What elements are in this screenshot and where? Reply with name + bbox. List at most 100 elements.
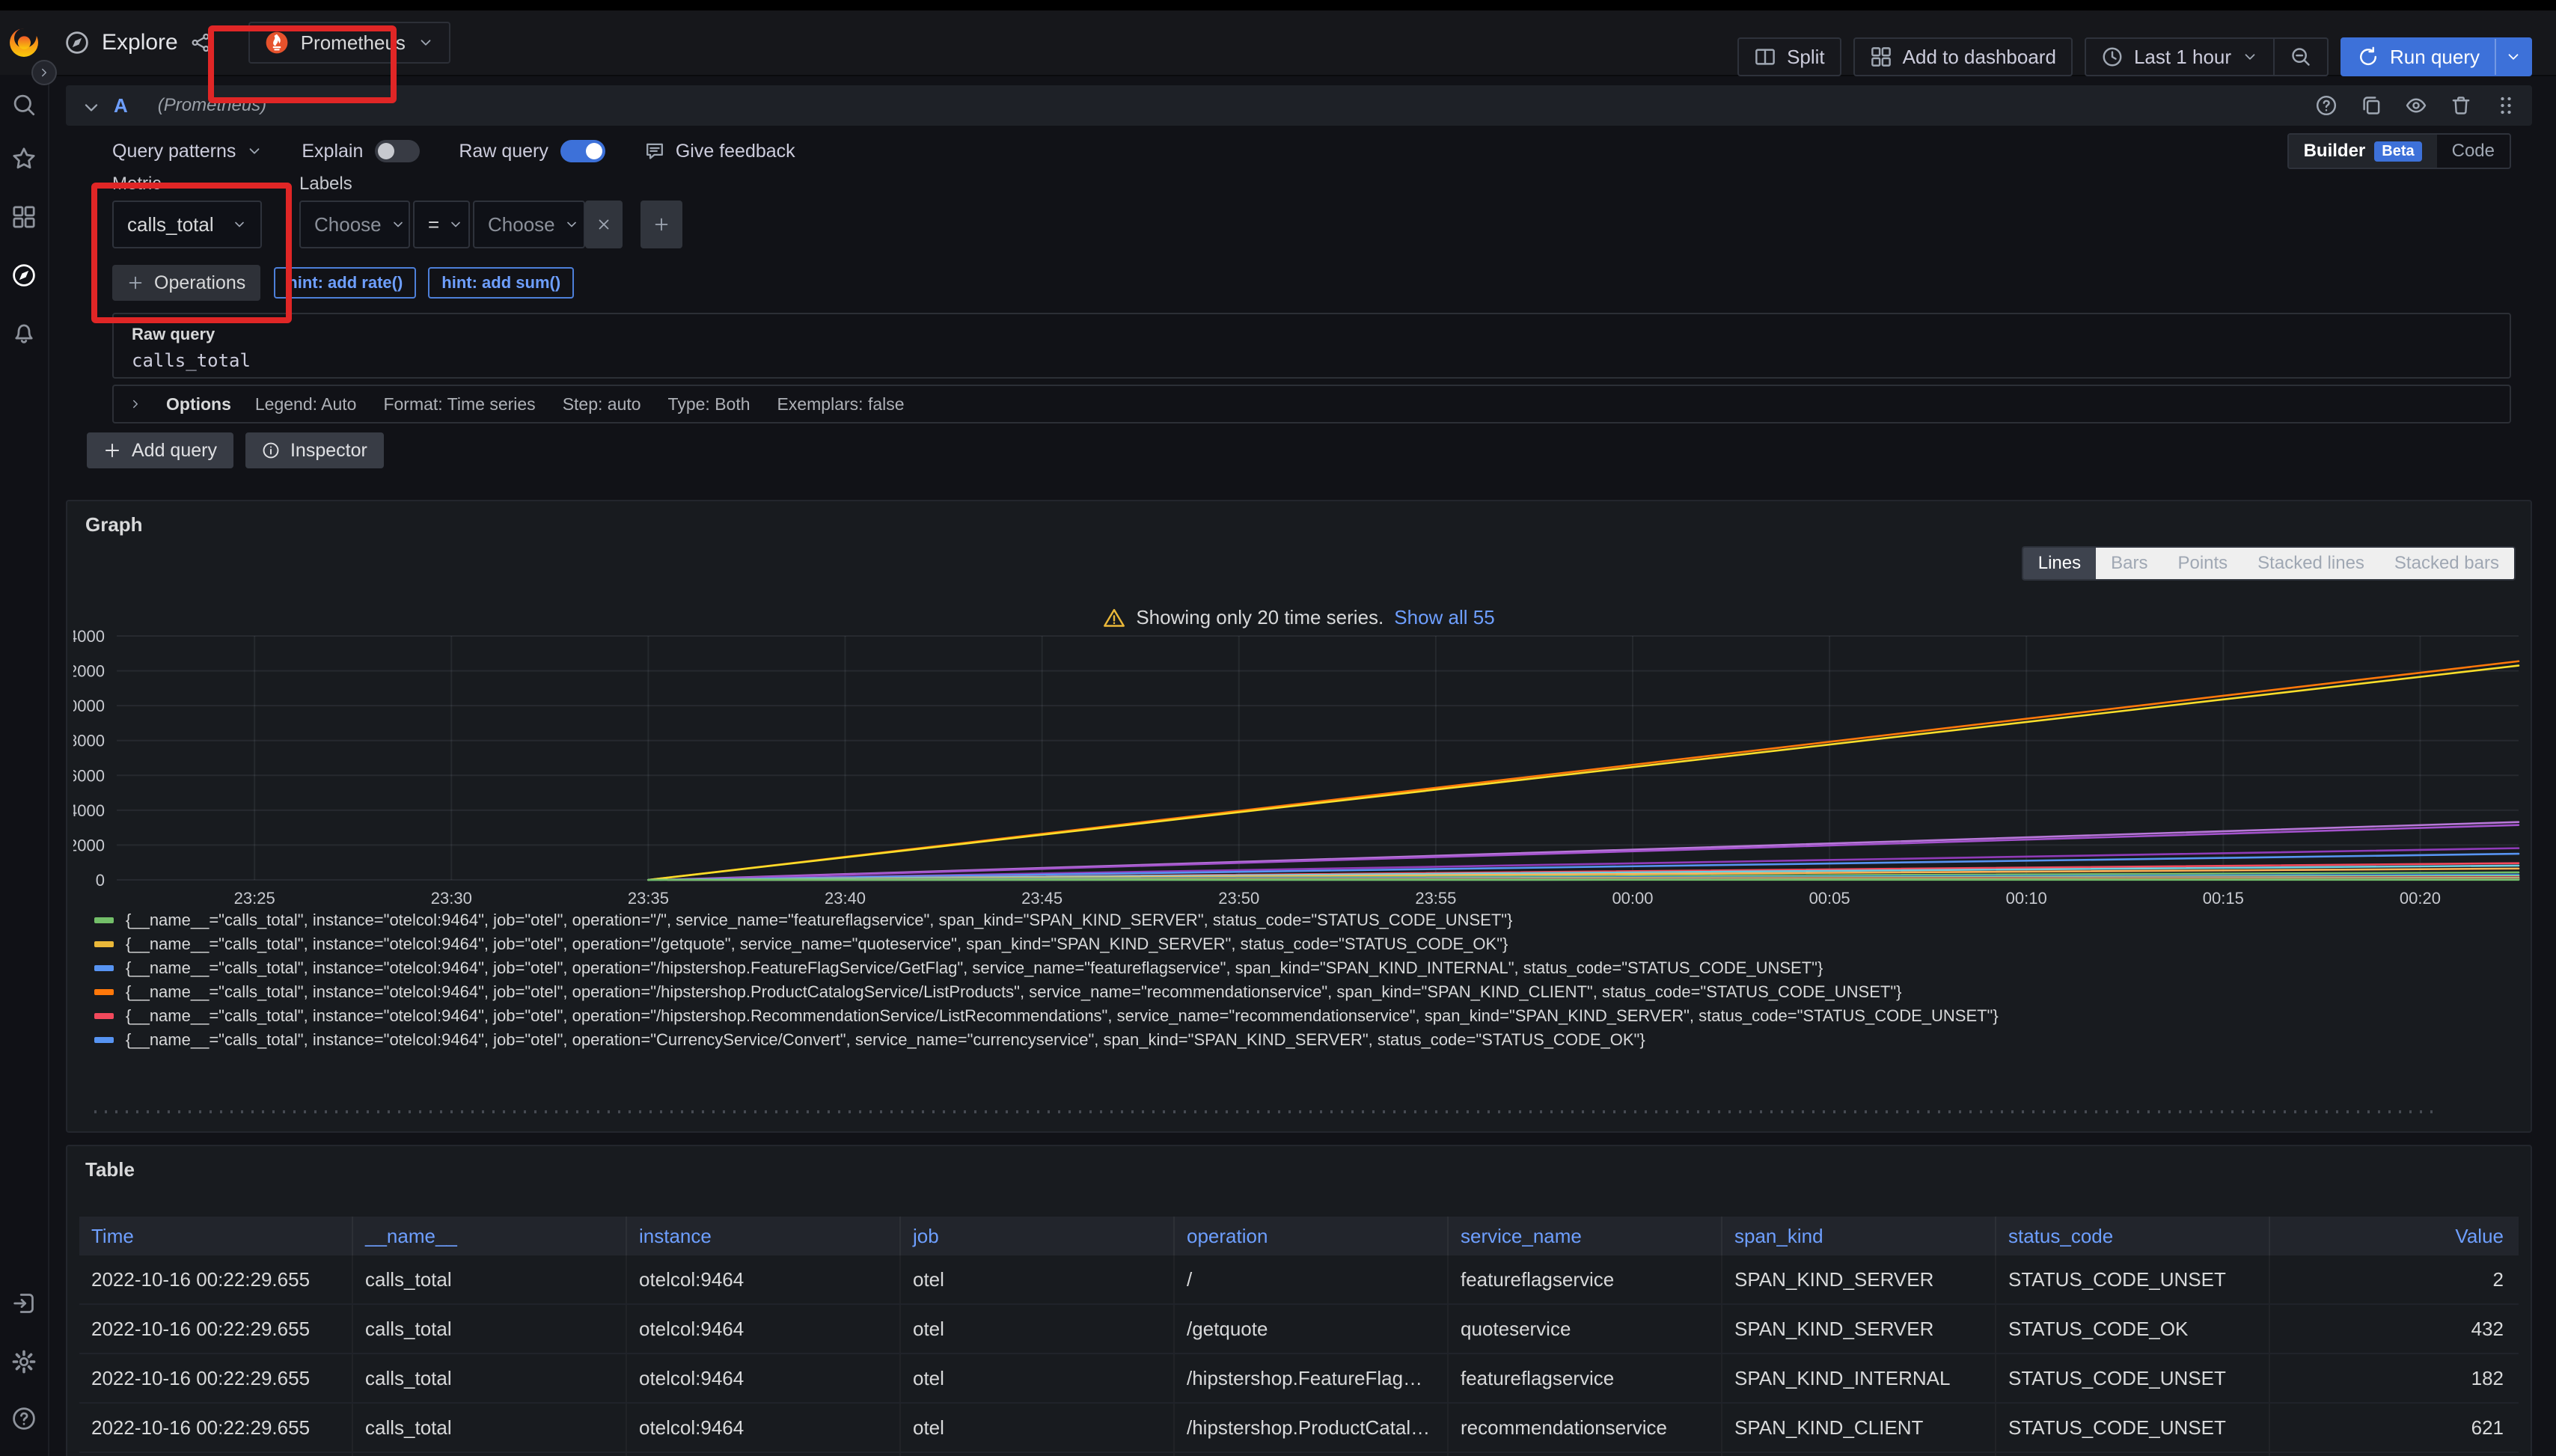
sidebar-item-explore[interactable]	[0, 256, 48, 295]
sidebar-item-dashboards[interactable]	[0, 198, 48, 236]
add-to-dashboard-button[interactable]: Add to dashboard	[1853, 37, 2073, 76]
sidebar-item-help[interactable]	[0, 1399, 48, 1438]
graph-style-tab-lines[interactable]: Lines	[2023, 548, 2096, 579]
builder-tab[interactable]: Builder Beta	[2289, 135, 2437, 168]
graph-style-tab-points[interactable]: Points	[2162, 548, 2242, 579]
toggle-visibility-button[interactable]	[2405, 94, 2427, 117]
table-cell: 2022-10-16 00:22:29.655	[79, 1404, 353, 1452]
grafana-explore-page: Explore Prometheus Split Add to dashboar…	[0, 0, 2556, 1456]
legend-item[interactable]: {__name__="calls_total", instance="otelc…	[94, 932, 2519, 956]
legend-series-color	[94, 989, 114, 995]
remove-label-filter-button[interactable]	[585, 201, 623, 248]
time-series-chart[interactable]: 0200040006000800010000120001400023:2523:…	[73, 627, 2528, 908]
inspector-button[interactable]: Inspector	[245, 432, 384, 468]
query-option-summary: Format: Time series	[383, 394, 535, 415]
legend-series-label: {__name__="calls_total", instance="otelc…	[126, 1030, 1645, 1050]
search-icon	[11, 92, 37, 117]
table-column-header-spankind[interactable]: span_kind	[1722, 1217, 1996, 1255]
collapse-query-icon[interactable]	[81, 97, 97, 114]
label-key-select[interactable]: Choose	[299, 201, 410, 248]
table-cell: calls_total	[353, 1305, 627, 1353]
times-icon	[596, 216, 612, 233]
table-cell: SPAN_KIND_INTERNAL	[1722, 1354, 1996, 1402]
delete-query-button[interactable]	[2450, 94, 2472, 117]
add-label-filter-button[interactable]	[640, 201, 682, 248]
graph-style-tab-bars[interactable]: Bars	[2096, 548, 2162, 579]
metric-label: Metric	[112, 174, 262, 195]
share-icon[interactable]	[190, 32, 211, 53]
raw-query-toggle[interactable]	[560, 140, 605, 162]
builder-label: Builder	[2304, 141, 2366, 162]
legend-item[interactable]: {__name__="calls_total", instance="otelc…	[94, 980, 2519, 1004]
legend-series-color	[94, 917, 114, 923]
sidebar-item-configuration[interactable]	[0, 1342, 48, 1381]
query-hint-button[interactable]: hint: add rate()	[274, 267, 416, 299]
label-value-select[interactable]: Choose	[473, 201, 585, 248]
datasource-picker[interactable]: Prometheus	[248, 22, 450, 64]
header-actions: Split Add to dashboard Last 1 hour	[1737, 37, 2532, 76]
sidebar-item-sign-in[interactable]	[0, 1284, 48, 1323]
sidebar-item-search[interactable]	[0, 85, 48, 124]
run-query-dropdown[interactable]	[2495, 39, 2531, 75]
table-column-header-operation[interactable]: operation	[1175, 1217, 1449, 1255]
query-actions-row: Add query Inspector	[87, 432, 384, 468]
table-column-header-time[interactable]: Time	[79, 1217, 353, 1255]
chevron-down-icon	[246, 143, 263, 159]
explain-label: Explain	[302, 141, 363, 162]
legend-series-color	[94, 965, 114, 971]
table-row: 2022-10-16 00:22:29.655calls_totalotelco…	[79, 1354, 2519, 1404]
table-column-header-job[interactable]: job	[901, 1217, 1175, 1255]
legend-item[interactable]: {__name__="calls_total", instance="otelc…	[94, 1028, 2519, 1052]
query-patterns-dropdown[interactable]: Query patterns	[112, 141, 263, 162]
query-row-header[interactable]: A (Prometheus)	[66, 85, 2532, 126]
sidebar-item-alerting[interactable]	[0, 313, 48, 352]
split-button[interactable]: Split	[1737, 37, 1841, 76]
operations-button[interactable]: Operations	[112, 265, 260, 301]
run-query-button[interactable]: Run query	[2342, 39, 2495, 75]
give-feedback-button[interactable]: Give feedback	[644, 141, 795, 162]
labels-label: Labels	[299, 174, 682, 195]
table-cell: otelcol:9464	[627, 1354, 901, 1402]
legend-item[interactable]: {__name__="calls_total", instance="otelc…	[94, 908, 2519, 932]
sidebar-item-starred[interactable]	[0, 139, 48, 178]
table-column-header-servicename[interactable]: service_name	[1449, 1217, 1722, 1255]
table-cell: otelcol:9464	[627, 1404, 901, 1452]
query-options-toggle[interactable]: Options Legend: AutoFormat: Time seriesS…	[112, 385, 2511, 423]
label-operator-select[interactable]: =	[413, 201, 470, 248]
metric-select[interactable]: calls_total	[112, 201, 262, 248]
query-datasource-note: (Prometheus)	[158, 95, 266, 116]
drag-query-handle[interactable]	[2495, 94, 2517, 117]
table-cell: STATUS_CODE_UNSET	[1996, 1404, 2270, 1452]
svg-text:23:40: 23:40	[825, 889, 866, 908]
operations-label: Operations	[154, 272, 245, 294]
query-help-button[interactable]	[2315, 94, 2338, 117]
query-hint-button[interactable]: hint: add sum()	[428, 267, 574, 299]
table-column-header-statuscode[interactable]: status_code	[1996, 1217, 2270, 1255]
svg-text:2000: 2000	[73, 836, 105, 854]
legend-item[interactable]: {__name__="calls_total", instance="otelc…	[94, 956, 2519, 980]
bell-icon	[11, 319, 37, 345]
explore-icon	[64, 30, 90, 55]
show-all-series-link[interactable]: Show all 55	[1394, 606, 1494, 629]
table-column-header-name[interactable]: __name__	[353, 1217, 627, 1255]
table-cell: calls_total	[353, 1255, 627, 1303]
explain-toggle[interactable]	[375, 140, 420, 162]
code-tab[interactable]: Code	[2437, 135, 2510, 168]
graph-style-tab-stacked-lines[interactable]: Stacked lines	[2242, 548, 2379, 579]
svg-text:4000: 4000	[73, 801, 105, 820]
chevron-down-icon	[418, 34, 434, 51]
table-cell: otelcol:9464	[627, 1453, 901, 1456]
add-query-button[interactable]: Add query	[87, 432, 233, 468]
legend-item[interactable]: {__name__="calls_total", instance="otelc…	[94, 1004, 2519, 1028]
zoom-out-button[interactable]	[2273, 39, 2327, 75]
labels-field: Labels Choose = Choose	[299, 174, 682, 248]
duplicate-query-button[interactable]	[2360, 94, 2382, 117]
table-column-header-instance[interactable]: instance	[627, 1217, 901, 1255]
clock-icon	[2101, 46, 2124, 68]
chevron-down-icon	[81, 97, 102, 118]
graph-style-tab-stacked-bars[interactable]: Stacked bars	[2379, 548, 2514, 579]
svg-text:00:00: 00:00	[1612, 889, 1653, 908]
table-column-header-value[interactable]: Value	[2270, 1217, 2519, 1255]
sidebar-expand-button[interactable]	[31, 60, 57, 85]
time-range-picker[interactable]: Last 1 hour	[2086, 39, 2273, 75]
